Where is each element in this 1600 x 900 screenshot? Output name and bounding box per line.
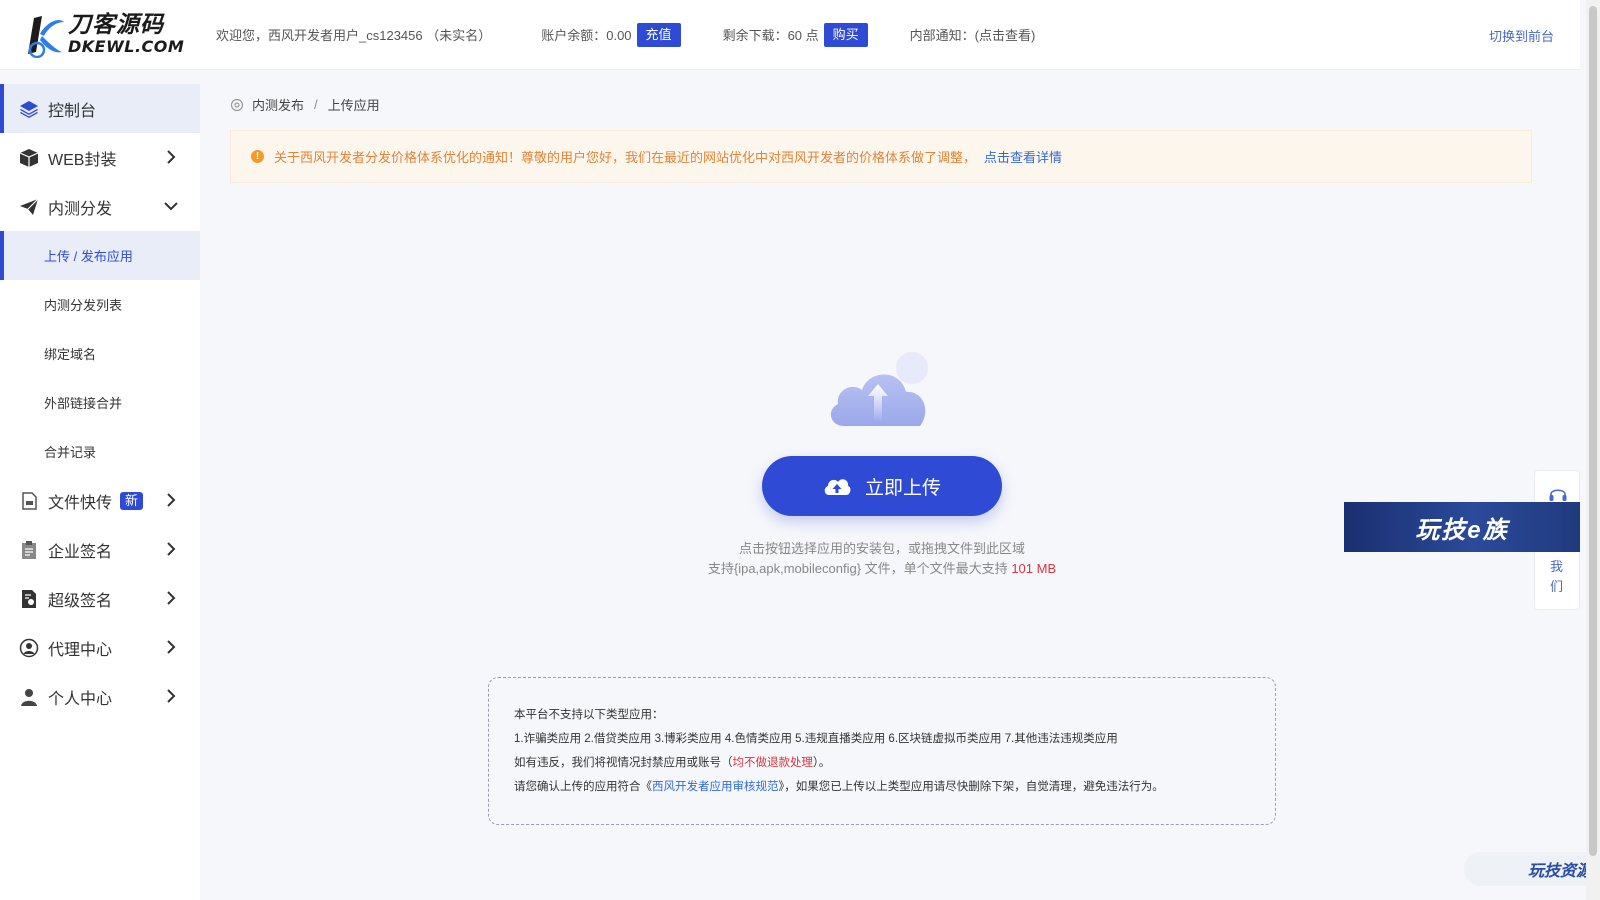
sidebar-item-file-transfer[interactable]: 文件快传 新 <box>0 476 200 525</box>
sidebar-subitem-upload-publish[interactable]: 上传 / 发布应用 <box>0 231 200 280</box>
breadcrumb-separator: / <box>314 97 318 112</box>
logo-en-text: DKEWL.COM <box>68 37 185 56</box>
breadcrumb-current: 上传应用 <box>327 98 380 113</box>
brand-banner: 玩技e族 <box>1344 502 1580 552</box>
user-icon <box>18 686 40 708</box>
send-icon <box>18 196 40 218</box>
cloud-upload-illustration-icon <box>830 352 928 426</box>
certificate-icon <box>18 588 40 610</box>
sidebar-item-enterprise-sign[interactable]: 企业签名 <box>0 525 200 574</box>
sidebar-item-personal-center[interactable]: 个人中心 <box>0 672 200 721</box>
download-group: 剩余下载：60 点 购买 <box>722 22 868 47</box>
layers-icon <box>18 98 40 120</box>
sidebar-item-web-wrap[interactable]: WEB封装 <box>0 133 200 182</box>
logo-k-icon <box>28 15 64 58</box>
breadcrumb-parent[interactable]: 内测发布 <box>252 95 304 114</box>
file-icon <box>18 490 40 512</box>
logo-cn-text: 刀客源码 <box>68 12 164 38</box>
sidebar: 控制台 WEB封装 内测分发 上传 / 发布应用 内测分发列表 绑定域名 外部链… <box>0 84 200 900</box>
upload-max-size: 101 MB <box>1011 561 1057 576</box>
cloud-upload-icon <box>824 479 851 495</box>
notice-detail-link[interactable]: 点击查看详情 <box>984 147 1062 166</box>
chevron-right-icon <box>167 542 176 556</box>
download-label: 剩余下载：60 点 <box>722 28 819 43</box>
box-icon <box>18 147 40 169</box>
clipboard-icon <box>18 539 40 561</box>
brand-bottom-badge: 玩技资源 <box>1464 852 1600 886</box>
welcome-text: 欢迎您，西风开发者用户_cs123456 （未实名） <box>216 28 492 43</box>
sidebar-item-label: 个人中心 <box>48 690 113 708</box>
new-badge: 新 <box>120 491 144 510</box>
recharge-button[interactable]: 充值 <box>636 22 681 47</box>
chevron-right-icon <box>167 150 176 164</box>
top-header: 刀客源码 DKEWL.COM 欢迎您，西风开发者用户_cs123456 （未实名… <box>0 0 1580 70</box>
policy-no-refund: 均不做退款处理 <box>732 757 814 769</box>
buy-button[interactable]: 购买 <box>823 22 868 47</box>
chevron-down-icon <box>164 202 178 211</box>
sidebar-item-beta-distribution[interactable]: 内测分发 <box>0 182 200 231</box>
policy-line-categories: 1.诈骗类应用 2.借贷类应用 3.博彩类应用 4.色情类应用 5.违规直播类应… <box>514 733 1118 745</box>
scrollbar-thumb[interactable] <box>1589 6 1597 856</box>
sidebar-subitem-link-merge[interactable]: 外部链接合并 <box>0 378 200 427</box>
chevron-right-icon <box>167 493 176 507</box>
sidebar-subitem-beta-list[interactable]: 内测分发列表 <box>0 280 200 329</box>
policy-violation-suffix: ）。 <box>813 757 831 769</box>
sidebar-subitem-bind-domain[interactable]: 绑定域名 <box>0 329 200 378</box>
upload-tip-formats: 支持{ipa,apk,mobileconfig} 文件，单个文件最大支持 101… <box>600 558 1164 577</box>
sidebar-item-label: 控制台 <box>48 102 97 120</box>
notice-text: 关于西风开发者分发价格体系优化的通知！尊敬的用户您好，我们在最近的网站优化中对西… <box>274 150 977 165</box>
policy-violation-text: 如有违反，我们将视情况封禁应用或账号（ <box>514 757 733 769</box>
sidebar-item-agent-center[interactable]: 代理中心 <box>0 623 200 672</box>
balance-label: 账户余额：0.00 <box>541 28 632 43</box>
location-icon <box>230 98 244 111</box>
contact-us-text: 我们 <box>1550 559 1564 594</box>
sidebar-item-label: 内测分发 <box>48 200 113 218</box>
sidebar-item-label: 企业签名 <box>48 543 113 561</box>
policy-confirm-suffix: 》，如果您已上传以上类型应用请尽快删除下架，自觉清理，避免违法行为。 <box>778 781 1164 793</box>
agent-icon <box>18 637 40 659</box>
notice-banner: ! 关于西风开发者分发价格体系优化的通知！尊敬的用户您好，我们在最近的网站优化中… <box>230 130 1532 183</box>
upload-formats-text: 支持{ipa,apk,mobileconfig} 文件，单个文件最大支持 <box>707 561 1008 576</box>
sidebar-subitem-merge-records[interactable]: 合并记录 <box>0 427 200 476</box>
sidebar-item-label: 代理中心 <box>48 641 113 659</box>
balance-group: 账户余额：0.00 充值 <box>541 22 681 47</box>
policy-confirm-prefix: 请您确认上传的应用符合《 <box>514 781 652 793</box>
chevron-right-icon <box>167 689 176 703</box>
sidebar-item-dashboard[interactable]: 控制台 <box>0 84 200 133</box>
sidebar-item-label: 超级签名 <box>48 592 113 610</box>
chevron-right-icon <box>167 640 176 654</box>
breadcrumb: 内测发布 / 上传应用 <box>230 95 380 114</box>
chevron-right-icon <box>167 591 176 605</box>
sidebar-item-super-sign[interactable]: 超级签名 <box>0 574 200 623</box>
warning-icon: ! <box>251 150 264 163</box>
policy-line-heading: 本平台不支持以下类型应用： <box>514 709 664 721</box>
policy-line-violation: 如有违反，我们将视情况封禁应用或账号（均不做退款处理）。 <box>514 756 1275 780</box>
upload-tip-select: 点击按钮选择应用的安装包，或拖拽文件到此区域 <box>738 541 1025 556</box>
sidebar-item-label: WEB封装 <box>48 151 117 169</box>
upload-now-button[interactable]: 立即上传 <box>762 456 1002 516</box>
logo[interactable]: 刀客源码 DKEWL.COM <box>0 0 200 70</box>
upload-button-label: 立即上传 <box>864 477 941 499</box>
headset-icon <box>1549 489 1567 501</box>
internal-notice-link[interactable]: 内部通知：(点击查看) <box>910 25 1036 44</box>
switch-frontend-link[interactable]: 切换到前台 <box>1489 26 1554 45</box>
app-policy-box: 本平台不支持以下类型应用： 1.诈骗类应用 2.借贷类应用 3.博彩类应用 4.… <box>488 677 1276 825</box>
sidebar-item-label: 文件快传 <box>48 494 113 512</box>
policy-line-confirm: 请您确认上传的应用符合《西风开发者应用审核规范》，如果您已上传以上类型应用请尽快… <box>514 780 1275 804</box>
review-guidelines-link[interactable]: 西风开发者应用审核规范 <box>652 781 779 793</box>
